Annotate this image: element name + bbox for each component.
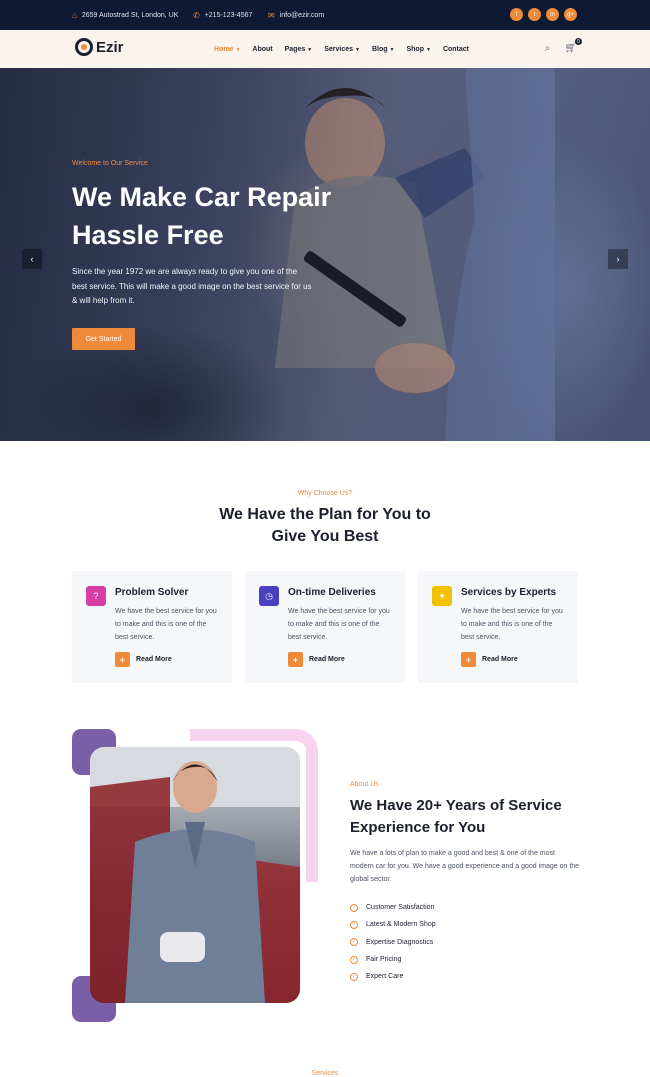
nav-item-label: Contact	[442, 45, 469, 53]
hero-overlay	[0, 68, 650, 441]
why-kicker: Why Choose Us?	[297, 490, 353, 497]
mechanic-photo	[90, 747, 300, 1003]
nav-item-contact[interactable]: Contact	[443, 46, 469, 53]
read-more-label: Read More	[309, 656, 345, 663]
plus-icon: +	[115, 652, 130, 667]
feature-card-on-time-deliveries: ◷ On-time Deliveries We have the best se…	[245, 571, 405, 683]
nav-menu: Home ▼ About Pages ▼ Services ▼ Blog ▼ Shop ▼…	[214, 30, 469, 68]
phone-info[interactable]: ✆ +215-123-4567	[193, 0, 252, 30]
list-item-label: Fair Pricing	[366, 956, 402, 964]
chevron-down-icon: ▼	[355, 46, 360, 53]
list-item: ✓ Customer Satisfaction	[350, 899, 436, 916]
facebook-icon[interactable]: f	[510, 8, 523, 21]
feature-card-text: We have the best service for you to make…	[288, 608, 390, 641]
mail-icon: ✉	[268, 10, 275, 20]
slider-next-arrow-icon[interactable]: ›	[608, 249, 628, 269]
read-more-label: Read More	[482, 656, 518, 663]
list-item: ✓ Fair Pricing	[350, 951, 436, 968]
home-icon: ⌂	[72, 10, 77, 20]
nav-item-pages[interactable]: Pages ▼	[285, 46, 313, 53]
nav-item-label: Shop	[406, 45, 424, 53]
clock-icon: ◷	[259, 586, 279, 606]
slider-prev-arrow-icon[interactable]: ‹	[22, 249, 42, 269]
check-icon: ✓	[350, 972, 358, 981]
list-item: ✓ Expert Care	[350, 968, 436, 985]
instagram-icon[interactable]: in	[546, 8, 559, 21]
why-title-line2: Give You Best	[271, 528, 379, 545]
get-started-button[interactable]: Get Started	[72, 328, 135, 350]
hero-kicker: Welcome to Our Service	[72, 160, 148, 167]
feature-card-problem-solver: ? Problem Solver We have the best servic…	[72, 571, 232, 683]
about-title: We Have 20+ Years of Service Experience …	[350, 797, 562, 836]
feature-card-text: We have the best service for you to make…	[461, 608, 563, 641]
plus-icon: +	[461, 652, 476, 667]
check-icon: ✓	[350, 903, 358, 912]
nav-icons: ⌕ 🛒︎ 0	[545, 38, 582, 54]
nav-item-label: Blog	[371, 45, 388, 53]
feature-card-services-by-experts: ✦ Services by Experts We have the best s…	[418, 571, 578, 683]
chevron-down-icon: ▼	[389, 46, 395, 53]
read-more-link[interactable]: + Read More	[288, 652, 345, 667]
hero-text: Since the year 1972 we are always ready …	[72, 267, 312, 305]
question-icon: ?	[86, 586, 106, 606]
hero-title: We Make Car Repair Hassle Free	[72, 182, 332, 250]
list-item: ✓ Latest & Modern Shop	[350, 916, 436, 933]
cart-count-badge: 0	[575, 38, 582, 45]
nav-item-label: About	[252, 45, 273, 53]
list-item-label: Customer Satisfaction	[366, 904, 435, 912]
about-text: We have a lots of plan to make a good an…	[350, 850, 580, 883]
feature-card-title: On-time Deliveries	[288, 587, 376, 598]
list-item-label: Expert Care	[366, 973, 404, 981]
nav-item-services[interactable]: Services ▼	[324, 46, 360, 53]
address-info: ⌂ 2659 Autostrad St, London, UK	[72, 0, 178, 30]
email-text[interactable]: info@ezir.com	[280, 12, 324, 19]
social-links: f t in g+	[510, 8, 577, 21]
list-item-label: Expertise Diagnostics	[366, 938, 434, 946]
search-icon[interactable]: ⌕	[545, 43, 551, 54]
logo[interactable]: Ezir	[75, 38, 124, 56]
main-nav: Ezir Home ▼ About Pages ▼ Services ▼ Blog ▼ …	[0, 30, 650, 68]
email-info[interactable]: ✉ info@ezir.com	[268, 0, 324, 30]
about-kicker: About Us	[350, 781, 379, 788]
google-plus-icon[interactable]: g+	[564, 8, 577, 21]
nav-item-blog[interactable]: Blog ▼	[372, 46, 395, 53]
feature-card-text: We have the best service for you to make…	[115, 608, 217, 641]
nav-item-label: Services	[324, 45, 354, 53]
check-icon: ✓	[350, 938, 358, 947]
check-icon: ✓	[350, 955, 358, 964]
chevron-down-icon: ▼	[425, 46, 431, 53]
top-bar: ⌂ 2659 Autostrad St, London, UK ✆ +215-1…	[0, 0, 650, 30]
hero-slider: Welcome to Our Service We Make Car Repai…	[0, 68, 650, 441]
why-title-line1: We Have the Plan for You to	[219, 506, 431, 523]
nav-item-label: Home	[214, 45, 234, 53]
chevron-down-icon: ▼	[307, 46, 313, 53]
phone-icon: ✆	[193, 10, 200, 20]
read-more-link[interactable]: + Read More	[461, 652, 518, 667]
services-kicker: Services	[311, 1070, 339, 1077]
list-item-label: Latest & Modern Shop	[366, 921, 436, 929]
read-more-link[interactable]: + Read More	[115, 652, 172, 667]
read-more-label: Read More	[136, 656, 172, 663]
address-text: 2659 Autostrad St, London, UK	[81, 11, 179, 19]
feature-card-title: Services by Experts	[461, 587, 557, 598]
mechanic-illustration	[90, 747, 300, 1003]
nav-item-label: Pages	[284, 45, 306, 53]
list-item: ✓ Expertise Diagnostics	[350, 934, 436, 951]
nav-item-shop[interactable]: Shop ▼	[406, 46, 430, 53]
about-feature-list: ✓ Customer Satisfaction ✓ Latest & Modern …	[350, 899, 436, 985]
lightbulb-icon: ✦	[432, 586, 452, 606]
twitter-icon[interactable]: t	[528, 8, 541, 21]
feature-card-title: Problem Solver	[115, 587, 189, 598]
check-icon: ✓	[350, 920, 358, 929]
chevron-down-icon: ▼	[235, 46, 241, 53]
logo-text: Ezir	[96, 38, 124, 56]
phone-text[interactable]: +215-123-4567	[205, 12, 253, 19]
nav-item-about[interactable]: About	[252, 46, 272, 53]
cart-icon[interactable]: 🛒︎ 0	[564, 38, 582, 54]
plus-icon: +	[288, 652, 303, 667]
nav-item-home[interactable]: Home ▼	[214, 46, 240, 53]
logo-gear-icon	[75, 38, 93, 56]
